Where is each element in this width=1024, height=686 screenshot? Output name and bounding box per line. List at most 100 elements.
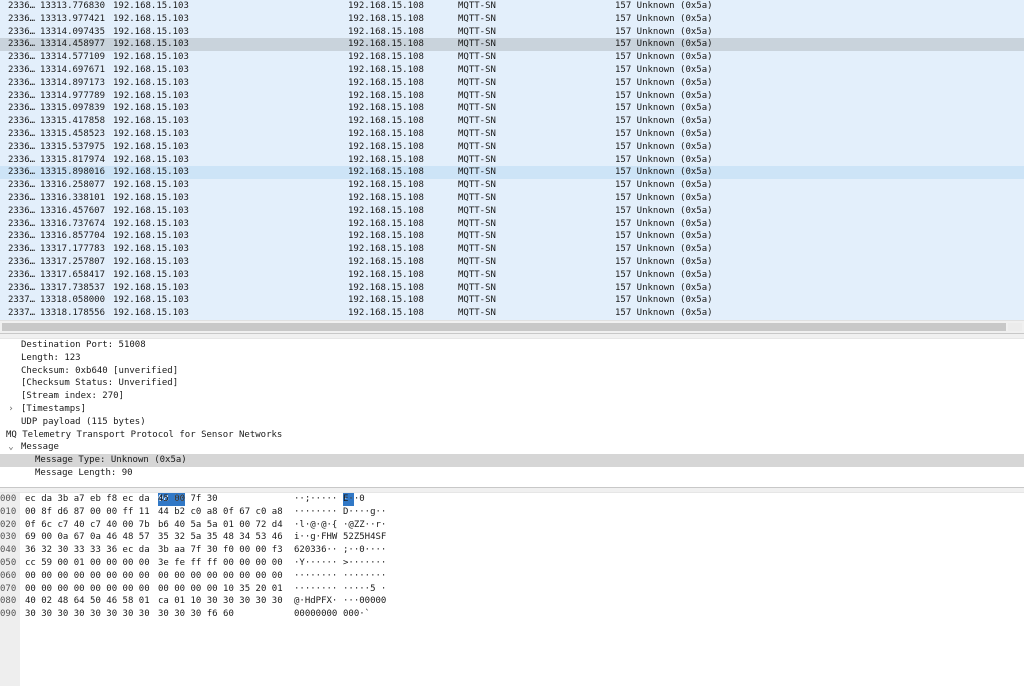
packet-list-horizontal-scrollbar[interactable] (0, 320, 1024, 333)
detail-row[interactable]: [Checksum Status: Unverified] (0, 377, 1024, 390)
packet-protocol: MQTT-SN (458, 13, 496, 24)
packet-time: 13316.258077 (40, 180, 106, 191)
bytes-ascii-group-1[interactable]: ········ (294, 506, 337, 519)
bytes-ascii-group-1[interactable]: 00000000 (294, 608, 337, 621)
detail-row[interactable]: › [Timestamps] (0, 403, 1024, 416)
detail-row[interactable]: Checksum: 0xb640 [unverified] (0, 365, 1024, 378)
packet-bytes-pane[interactable]: 000 ec da 3b a7 eb f8 ec da 3b aa 7f 30 08… (0, 493, 1024, 686)
expand-arrow-icon[interactable]: › (6, 403, 16, 416)
bytes-hex-group-1[interactable]: 00 00 00 00 00 00 00 00 (25, 583, 150, 596)
packet-row[interactable]: 2337… 13318.058000 192.168.15.103 192.168.1… (0, 294, 1024, 308)
packet-row[interactable]: 2336… 13314.577109 192.168.15.103 192.168.1… (0, 51, 1024, 64)
bytes-ascii-group-1[interactable]: @·HdPFX· (294, 595, 337, 608)
packet-row[interactable]: 2336… 13316.857704 192.168.15.103 192.168.1… (0, 230, 1024, 244)
packet-row[interactable]: 2336… 13314.897173 192.168.15.103 192.168.1… (0, 76, 1024, 90)
detail-row[interactable]: Length: 123 (0, 352, 1024, 365)
packet-time: 13315.097839 (40, 103, 106, 114)
packet-row[interactable]: 2336… 13315.417858 192.168.15.103 192.168.1… (0, 115, 1024, 128)
bytes-ascii-group-1[interactable]: ··;····· (294, 493, 337, 506)
hex-text: 3e fe ff ff 00 00 00 00 (158, 558, 283, 568)
bytes-ascii-group-1[interactable]: i··g·FHW (294, 531, 337, 544)
packet-info: 157 Unknown (0x5a) (615, 192, 713, 203)
ascii-text: 52Z5H4SF (343, 532, 387, 543)
bytes-hex-group-1[interactable]: 40 02 48 64 50 46 58 01 (25, 595, 150, 608)
packet-time: 13314.697671 (40, 64, 106, 75)
bytes-hex-group-1[interactable]: 0f 6c c7 40 c7 40 00 7b (25, 519, 150, 532)
detail-text: Destination Port: 51008 (21, 340, 146, 350)
packet-row[interactable]: 2336… 13317.738537 192.168.15.103 192.168.1… (0, 281, 1024, 295)
packet-row[interactable]: 2336… 13313.776830 192.168.15.103 192.168.1… (0, 0, 1024, 13)
hex-text: 30 30 30 f6 60 (158, 609, 234, 620)
packet-protocol: MQTT-SN (458, 205, 496, 216)
packet-protocol: MQTT-SN (458, 26, 496, 37)
packet-row[interactable]: 2336… 13315.097839 192.168.15.103 192.168.1… (0, 102, 1024, 116)
bytes-hex-group-1[interactable]: 69 00 0a 67 0a 46 48 57 (25, 531, 150, 544)
detail-row[interactable]: UDP payload (115 bytes) (0, 416, 1024, 429)
bytes-hex-group-1[interactable]: 00 8f d6 87 00 00 ff 11 (25, 506, 150, 519)
packet-row[interactable]: 2336… 13313.977421 192.168.15.103 192.168.1… (0, 12, 1024, 26)
packet-protocol: MQTT-SN (458, 218, 496, 229)
packet-row[interactable]: 2336… 13314.458977 192.168.15.103 192.168.1… (0, 38, 1024, 52)
scrollbar-thumb[interactable] (2, 323, 1006, 331)
packet-list[interactable]: 2336… 13313.776830 192.168.15.103 192.168.1… (0, 0, 1024, 333)
packet-destination: 192.168.15.108 (348, 192, 424, 203)
packet-row[interactable]: 2336… 13314.097435 192.168.15.103 192.168.1… (0, 25, 1024, 39)
packet-number: 2336… (8, 77, 36, 88)
packet-info: 157 Unknown (0x5a) (615, 167, 713, 178)
bytes-offset: 030 (0, 532, 17, 543)
bytes-ascii-group-1[interactable]: ·Y······ (294, 557, 337, 570)
bytes-ascii-group-1[interactable]: ········ (294, 570, 337, 583)
bytes-ascii-group-1[interactable]: ········ (294, 583, 337, 596)
packet-protocol: MQTT-SN (458, 167, 496, 178)
bytes-hex-group-1[interactable]: 30 30 30 30 30 30 30 30 (25, 608, 150, 621)
bytes-hex-group-1[interactable]: 36 32 30 33 33 36 ec da (25, 544, 150, 557)
packet-row[interactable]: 2336… 13316.737674 192.168.15.103 192.168.1… (0, 217, 1024, 231)
bytes-ascii-group-1[interactable]: 620336·· (294, 544, 337, 557)
packet-time: 13313.776830 (40, 1, 106, 11)
bytes-row: 070 00 00 00 00 00 00 00 00 00 00 00 00 10… (0, 583, 1024, 596)
bytes-ascii-group-1[interactable]: ·l·@·@·{ (294, 519, 337, 532)
packet-row[interactable]: 2336… 13317.658417 192.168.15.103 192.168.1… (0, 268, 1024, 282)
packet-destination: 192.168.15.108 (348, 205, 424, 216)
packet-row[interactable]: 2337… 13318.178556 192.168.15.103 192.168.1… (0, 307, 1024, 320)
packet-destination: 192.168.15.108 (348, 244, 424, 255)
packet-source: 192.168.15.103 (113, 39, 189, 50)
packet-source: 192.168.15.103 (113, 180, 189, 191)
bytes-hex-group-1[interactable]: 00 00 00 00 00 00 00 00 (25, 570, 150, 583)
packet-row[interactable]: 2336… 13314.697671 192.168.15.103 192.168.1… (0, 63, 1024, 77)
detail-row[interactable]: Message Type: Unknown (0x5a) (0, 454, 1024, 467)
ascii-text: ···00000 (343, 596, 387, 607)
packet-details-tree[interactable]: Destination Port: 51008 Length: 123 Checks… (0, 339, 1024, 487)
packet-row[interactable]: 2336… 13317.177783 192.168.15.103 192.168.1… (0, 243, 1024, 256)
packet-source: 192.168.15.103 (113, 116, 189, 127)
packet-row[interactable]: 2336… 13316.457607 192.168.15.103 192.168.1… (0, 204, 1024, 218)
packet-destination: 192.168.15.108 (348, 231, 424, 242)
packet-row[interactable]: 2336… 13315.537975 192.168.15.103 192.168.1… (0, 140, 1024, 154)
detail-row[interactable]: Destination Port: 51008 (0, 339, 1024, 352)
packet-row[interactable]: 2336… 13314.977789 192.168.15.103 192.168.1… (0, 89, 1024, 103)
packet-protocol: MQTT-SN (458, 77, 496, 88)
packet-row[interactable]: 2336… 13316.258077 192.168.15.103 192.168.1… (0, 179, 1024, 192)
packet-row[interactable]: 2336… 13316.338101 192.168.15.103 192.168.1… (0, 191, 1024, 205)
packet-info: 157 Unknown (0x5a) (615, 205, 713, 216)
ascii-text: >······· (343, 558, 387, 568)
packet-time: 13314.577109 (40, 52, 106, 63)
packet-protocol: MQTT-SN (458, 90, 496, 101)
bytes-hex-group-1[interactable]: ec da 3b a7 eb f8 ec da (25, 493, 150, 506)
detail-row[interactable]: Message Length: 90 (0, 467, 1024, 480)
collapse-arrow-icon[interactable]: ⌄ (6, 441, 16, 454)
packet-row[interactable]: 2336… 13315.898016 192.168.15.103 192.168.1… (0, 166, 1024, 180)
detail-row[interactable]: [Stream index: 270] (0, 390, 1024, 403)
bytes-row: 010 00 8f d6 87 00 00 ff 11 44 b2 c0 a8 0f… (0, 506, 1024, 519)
packet-row[interactable]: 2336… 13317.257807 192.168.15.103 192.168.1… (0, 255, 1024, 269)
detail-row[interactable]: MQ Telemetry Transport Protocol for Sens… (0, 429, 1024, 442)
packet-info: 157 Unknown (0x5a) (615, 256, 713, 267)
packet-destination: 192.168.15.108 (348, 256, 424, 267)
packet-row[interactable]: 2336… 13315.817974 192.168.15.103 192.168.1… (0, 153, 1024, 167)
detail-row[interactable]: ⌄ Message (0, 441, 1024, 454)
packet-time: 13315.458523 (40, 128, 106, 139)
packet-row[interactable]: 2336… 13315.458523 192.168.15.103 192.168.1… (0, 127, 1024, 141)
bytes-hex-group-1[interactable]: cc 59 00 01 00 00 00 00 (25, 557, 150, 570)
scrollbar-right-arrow[interactable] (1008, 323, 1022, 331)
bytes-row: 000 ec da 3b a7 eb f8 ec da 3b aa 7f 30 08… (0, 493, 1024, 506)
